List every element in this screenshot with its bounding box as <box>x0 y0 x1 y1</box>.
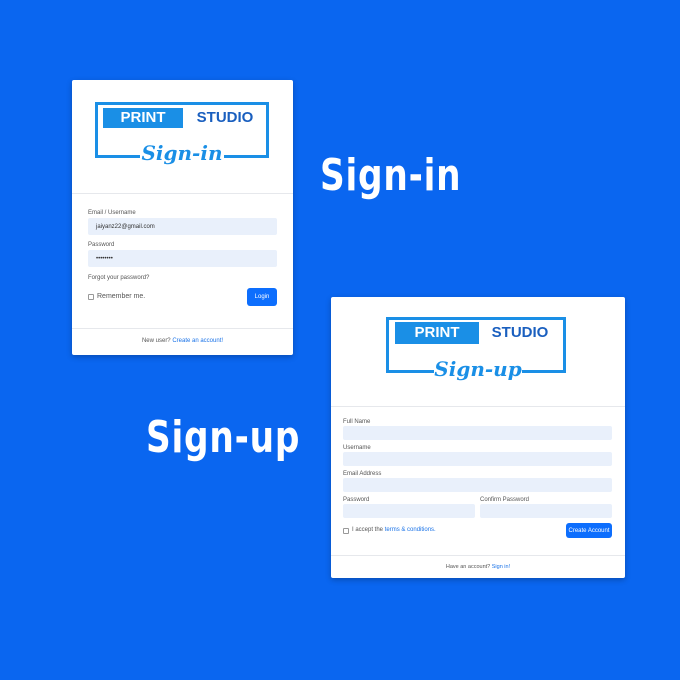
footer-text: Have an account? <box>445 564 491 570</box>
email-label: Email / Username <box>88 210 136 216</box>
username-label: Username <box>343 445 371 451</box>
logo-print-text: PRINT <box>103 108 183 128</box>
header-divider <box>331 406 625 407</box>
footer-divider <box>72 328 293 329</box>
terms-checkbox[interactable] <box>343 528 349 534</box>
logo-print-text: PRINT <box>395 322 479 344</box>
password-field[interactable]: •••••••• <box>88 250 277 267</box>
terms-label: I accept the terms & conditions. <box>352 527 436 533</box>
fullname-field[interactable] <box>343 426 612 440</box>
signin-card: PRINT STUDIO Sign-in Email / Username ja… <box>72 80 293 355</box>
forgot-password-link[interactable]: Forgot your password? <box>88 275 149 281</box>
signup-footer: Have an account? Sign in! <box>331 564 625 570</box>
create-account-button[interactable]: Create Account <box>566 523 612 538</box>
login-button[interactable]: Login <box>247 288 277 306</box>
sign-in-link[interactable]: Sign in! <box>492 564 510 570</box>
accept-text: I accept the <box>352 527 384 533</box>
email-field[interactable] <box>343 478 612 492</box>
logo-script-text: Sign-in <box>140 140 224 168</box>
email-label: Email Address <box>343 471 382 477</box>
footer-divider <box>331 555 625 556</box>
signup-card: PRINT STUDIO Sign-up Full Name Username … <box>331 297 625 578</box>
logo-script-text: Sign-up <box>434 355 522 385</box>
confirm-password-field[interactable] <box>480 504 612 518</box>
remember-checkbox[interactable] <box>88 294 94 300</box>
password-field[interactable] <box>343 504 475 518</box>
signin-footer: New user? Create an account! <box>72 338 293 344</box>
terms-link[interactable]: terms & conditions. <box>385 527 436 533</box>
create-account-link[interactable]: Create an account! <box>172 338 223 344</box>
fullname-label: Full Name <box>343 419 371 425</box>
password-label: Password <box>88 242 115 248</box>
logo-studio-text: STUDIO <box>491 324 549 341</box>
password-label: Password <box>343 497 370 503</box>
username-field[interactable] <box>343 452 612 466</box>
header-divider <box>72 193 293 194</box>
signin-heading: Sign-in <box>320 150 462 201</box>
footer-text: New user? <box>141 338 171 344</box>
remember-label: Remember me. <box>97 293 146 300</box>
logo-studio-text: STUDIO <box>196 109 254 126</box>
confirm-password-label: Confirm Password <box>480 497 530 503</box>
email-field[interactable]: jaiyanz22@gmail.com <box>88 218 277 235</box>
signup-heading: Sign-up <box>146 412 301 463</box>
